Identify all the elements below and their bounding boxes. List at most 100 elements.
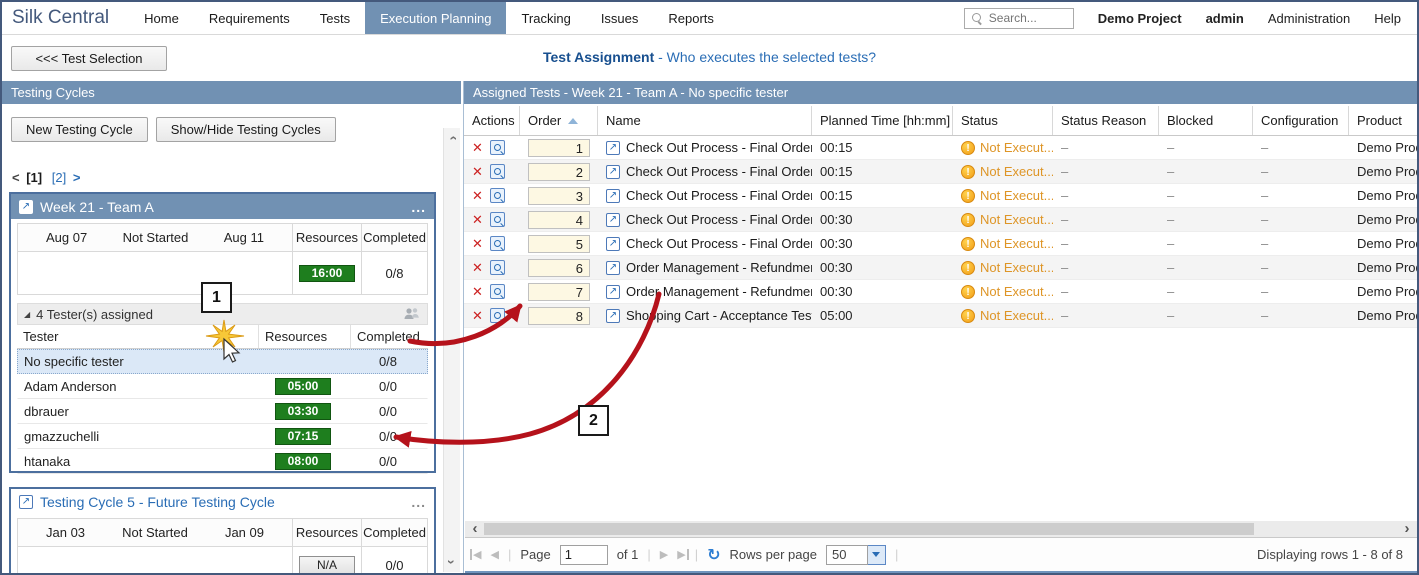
project-selector[interactable]: Demo Project [1098, 11, 1182, 26]
cycles-prev-page[interactable]: < [12, 170, 20, 185]
inspect-test-icon[interactable] [490, 164, 505, 179]
scroll-left-icon[interactable]: ‹ [467, 521, 483, 537]
open-test-icon[interactable]: ↗ [606, 237, 620, 251]
col-header-product[interactable]: Product [1349, 106, 1417, 135]
nav-tab-issues[interactable]: Issues [586, 2, 654, 34]
open-test-icon[interactable]: ↗ [606, 189, 620, 203]
tester-completed-col-header: Completed [350, 325, 428, 348]
rows-per-page-select[interactable]: 50 [826, 545, 886, 565]
scroll-right-icon[interactable]: › [1399, 521, 1415, 537]
tester-row[interactable]: dbrauer 03:30 0/0 [17, 399, 428, 424]
col-header-name[interactable]: Name [598, 106, 812, 135]
order-input[interactable]: 6 [528, 259, 590, 277]
search-box[interactable] [964, 8, 1074, 29]
cycles-page-2[interactable]: [2] [52, 170, 66, 185]
help-link[interactable]: Help [1374, 11, 1401, 26]
tester-row[interactable]: No specific tester 0/8 [17, 349, 428, 374]
inspect-test-icon[interactable] [490, 308, 505, 323]
delete-test-icon[interactable]: ✕ [472, 309, 483, 322]
configuration-value: – [1253, 164, 1349, 179]
delete-test-icon[interactable]: ✕ [472, 237, 483, 250]
col-header-planned-time[interactable]: Planned Time [hh:mm] [812, 106, 953, 135]
tester-row[interactable]: Adam Anderson 05:00 0/0 [17, 374, 428, 399]
status-reason-value: – [1053, 236, 1159, 251]
open-cycle-icon[interactable]: ↗ [19, 495, 33, 509]
test-name[interactable]: Check Out Process - Final Order S... [626, 236, 812, 251]
cycle-card-header[interactable]: ↗ Week 21 - Team A ... [11, 194, 434, 219]
user-menu[interactable]: admin [1206, 11, 1244, 26]
cycles-page-1[interactable]: [1] [26, 170, 42, 185]
order-input[interactable]: 2 [528, 163, 590, 181]
col-header-status-reason[interactable]: Status Reason [1053, 106, 1159, 135]
test-name[interactable]: Check Out Process - Final Order S... [626, 188, 812, 203]
delete-test-icon[interactable]: ✕ [472, 285, 483, 298]
test-name[interactable]: Check Out Process - Final Order S... [626, 164, 812, 179]
first-page-button[interactable]: ◀ [473, 548, 481, 561]
cycle-card-header[interactable]: ↗ Testing Cycle 5 - Future Testing Cycle… [11, 489, 434, 514]
inspect-test-icon[interactable] [490, 260, 505, 275]
test-name[interactable]: Order Management - Refundmen... [626, 284, 812, 299]
open-cycle-icon[interactable]: ↗ [19, 200, 33, 214]
open-test-icon[interactable]: ↗ [606, 261, 620, 275]
cycle-menu-icon[interactable]: ... [411, 494, 426, 510]
delete-test-icon[interactable]: ✕ [472, 189, 483, 202]
test-name[interactable]: Check Out Process - Final Order S... [626, 140, 812, 155]
nav-tab-execution-planning[interactable]: Execution Planning [365, 2, 506, 34]
nav-tab-reports[interactable]: Reports [653, 2, 729, 34]
test-name[interactable]: Order Management - Refundmen... [626, 260, 812, 275]
col-header-order[interactable]: Order [520, 106, 598, 135]
delete-test-icon[interactable]: ✕ [472, 213, 483, 226]
col-header-blocked[interactable]: Blocked [1159, 106, 1253, 135]
inspect-test-icon[interactable] [490, 284, 505, 299]
scrollbar-thumb[interactable] [484, 523, 1254, 535]
delete-test-icon[interactable]: ✕ [472, 141, 483, 154]
inspect-test-icon[interactable] [490, 188, 505, 203]
open-test-icon[interactable]: ↗ [606, 285, 620, 299]
administration-link[interactable]: Administration [1268, 11, 1350, 26]
open-test-icon[interactable]: ↗ [606, 141, 620, 155]
refresh-icon[interactable]: ↻ [707, 545, 720, 565]
inspect-test-icon[interactable] [490, 140, 505, 155]
order-input[interactable]: 1 [528, 139, 590, 157]
delete-test-icon[interactable]: ✕ [472, 261, 483, 274]
open-test-icon[interactable]: ↗ [606, 213, 620, 227]
prev-page-button[interactable]: ◀ [490, 548, 498, 561]
order-input[interactable]: 5 [528, 235, 590, 253]
delete-test-icon[interactable]: ✕ [472, 165, 483, 178]
scroll-up-icon[interactable]: › [444, 130, 460, 146]
next-page-button[interactable]: ▶ [660, 548, 668, 561]
horizontal-scrollbar[interactable]: ‹ › [465, 521, 1417, 537]
dropdown-arrow-icon[interactable] [868, 545, 886, 565]
tester-row[interactable]: htanaka 08:00 0/0 [17, 449, 428, 474]
order-input[interactable]: 7 [528, 283, 590, 301]
order-input[interactable]: 3 [528, 187, 590, 205]
inspect-test-icon[interactable] [490, 212, 505, 227]
cycle-menu-icon[interactable]: ... [411, 199, 426, 215]
status-text: Not Execut... [980, 140, 1053, 155]
test-name[interactable]: Check Out Process - Final Order S... [626, 212, 812, 227]
col-header-status[interactable]: Status [953, 106, 1053, 135]
cycles-next-page[interactable]: > [73, 170, 81, 185]
order-input[interactable]: 8 [528, 307, 590, 325]
page-number-input[interactable] [560, 545, 608, 565]
search-input[interactable] [989, 11, 1069, 25]
collapse-icon[interactable]: ◢ [24, 310, 30, 319]
cycle-completed-value: 0/0 [361, 547, 427, 575]
open-test-icon[interactable]: ↗ [606, 309, 620, 323]
nav-tab-home[interactable]: Home [129, 2, 194, 34]
nav-tab-tracking[interactable]: Tracking [506, 2, 585, 34]
nav-tab-requirements[interactable]: Requirements [194, 2, 305, 34]
new-testing-cycle-button[interactable]: New Testing Cycle [11, 117, 148, 142]
scroll-down-icon[interactable]: › [444, 554, 460, 570]
last-page-button[interactable]: ▶ [677, 548, 685, 561]
show-hide-testing-cycles-button[interactable]: Show/Hide Testing Cycles [156, 117, 336, 142]
col-header-configuration[interactable]: Configuration [1253, 106, 1349, 135]
order-input[interactable]: 4 [528, 211, 590, 229]
tester-row[interactable]: gmazzuchelli 07:15 0/0 [17, 424, 428, 449]
blocked-value: – [1159, 164, 1253, 179]
nav-tab-tests[interactable]: Tests [305, 2, 365, 34]
open-test-icon[interactable]: ↗ [606, 165, 620, 179]
inspect-test-icon[interactable] [490, 236, 505, 251]
left-panel-scrollbar[interactable]: › › [443, 128, 460, 572]
test-name[interactable]: Shopping Cart - Acceptance Test [626, 308, 812, 323]
